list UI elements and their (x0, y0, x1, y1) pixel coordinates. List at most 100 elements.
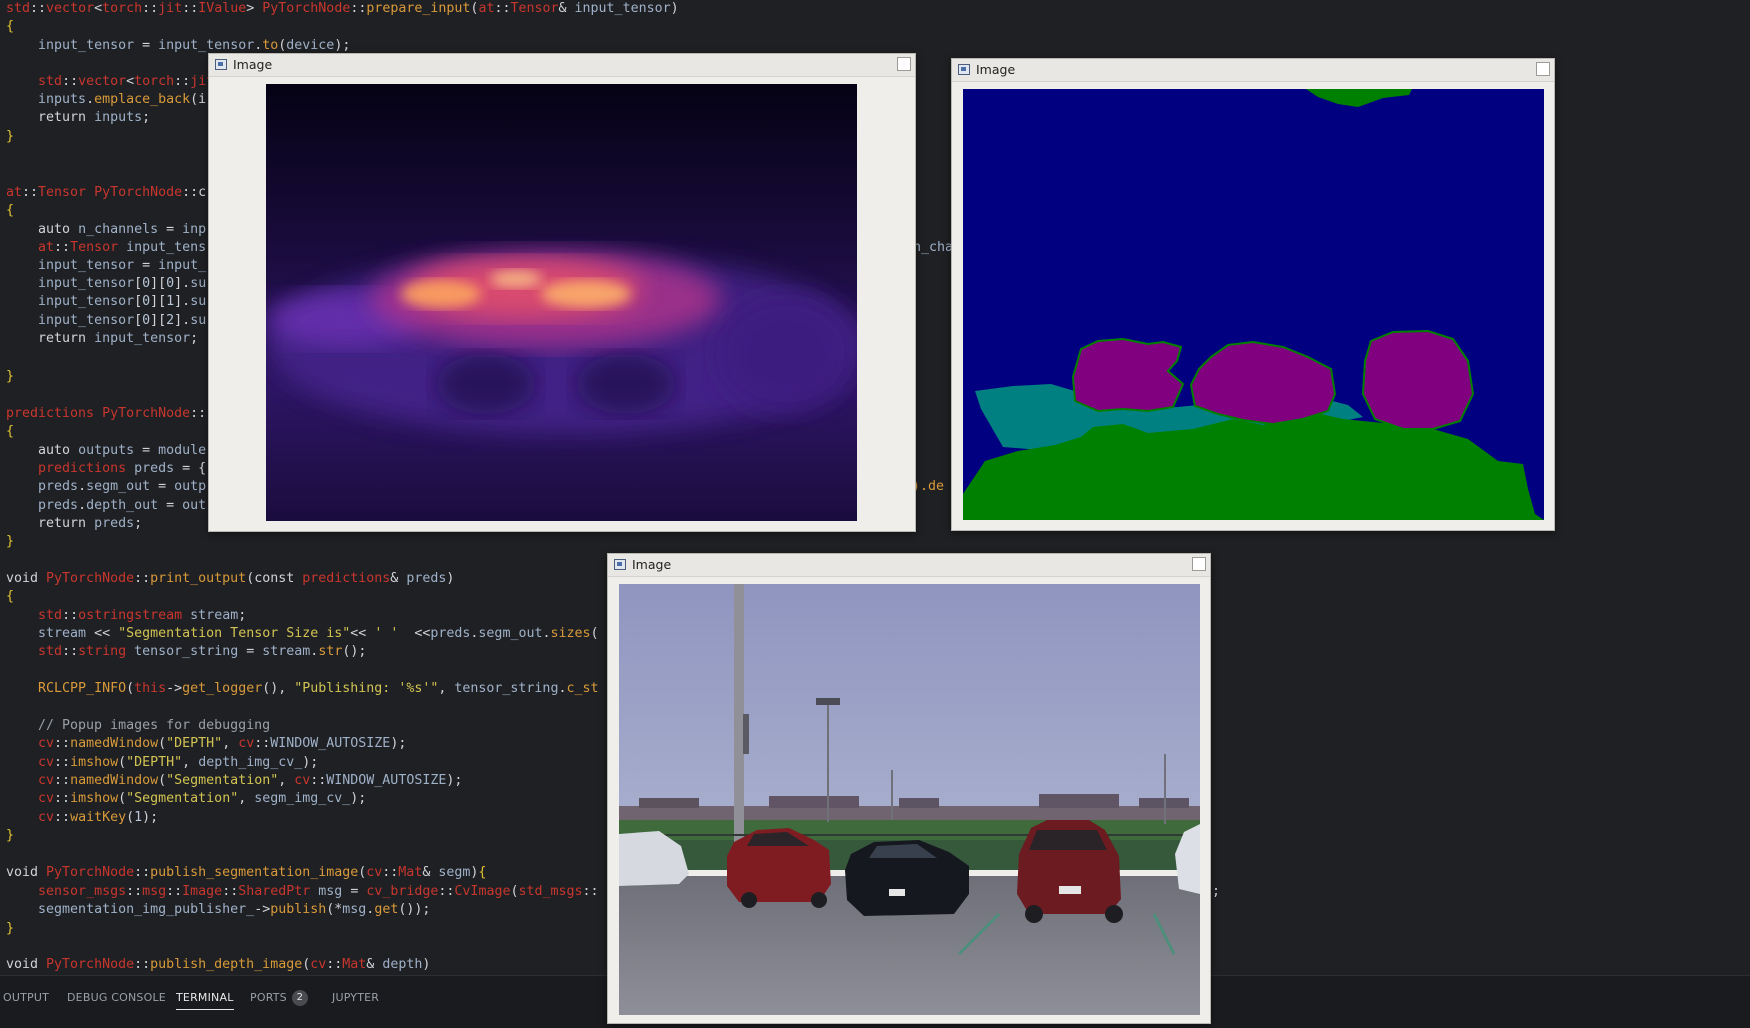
code-token: ); (334, 38, 351, 53)
code-line: preds.segm_out = outp (6, 478, 206, 496)
code-line: return preds; (6, 515, 142, 533)
code-token: = (134, 443, 159, 458)
code-token: preds (94, 516, 135, 531)
close-button[interactable] (1536, 62, 1550, 76)
code-token: [ (134, 313, 143, 328)
code-token: cv_bridge (366, 884, 439, 899)
code-token: :: (54, 773, 71, 788)
code-token: preds (38, 479, 79, 494)
code-token: ) (446, 571, 455, 586)
code-token: :: (382, 865, 399, 880)
image-window-icon (958, 64, 970, 75)
code-token: auto (6, 222, 79, 237)
code-token: :: (310, 773, 327, 788)
code-token: cv (38, 810, 55, 825)
tab-terminal[interactable]: TERMINAL (176, 988, 234, 1010)
code-token: ' ' (374, 626, 399, 641)
code-token: su (190, 294, 207, 309)
code-token: { (6, 424, 15, 439)
code-token: :: (54, 791, 71, 806)
code-token: ; (134, 516, 143, 531)
code-token: , (278, 773, 295, 788)
close-button[interactable] (897, 57, 911, 71)
code-line: void PyTorchNode::publish_segmentation_i… (6, 864, 486, 882)
code-token: ::c (182, 185, 207, 200)
code-token: Tensor (510, 1, 559, 16)
code-token: outp (174, 479, 207, 494)
code-token: . (78, 498, 87, 513)
code-token: ][ (150, 294, 167, 309)
code-token: segmentation_img_publisher_ (38, 902, 255, 917)
code-token: cv (366, 865, 383, 880)
code-line: { (6, 423, 14, 441)
code-token: void (6, 571, 47, 586)
code-token: :: (166, 884, 183, 899)
code-token: prepare_input (366, 1, 471, 16)
code-token: vector (46, 1, 95, 16)
code-token: "DEPTH" (126, 755, 183, 770)
camera-image-window[interactable]: Image (607, 553, 1211, 1024)
image-window-icon (215, 59, 227, 70)
depth-map-image (266, 84, 857, 521)
tab-ports[interactable]: PORTS 2 (250, 988, 308, 1008)
code-token: & (366, 957, 383, 972)
tab-debug-console[interactable]: DEBUG CONSOLE (67, 988, 166, 1008)
code-line: std::string tensor_string = stream.str()… (6, 643, 366, 661)
code-token: SharedPtr (238, 884, 311, 899)
code-token: std (38, 608, 63, 623)
code-line: preds.depth_out = out (6, 497, 206, 515)
code-token: n_channels (78, 222, 159, 237)
tab-label: DEBUG CONSOLE (67, 991, 166, 1004)
code-token: depth (382, 957, 423, 972)
image-window-icon (614, 559, 626, 570)
tab-label: JUPYTER (332, 991, 380, 1004)
code-token: depth_img_cv_ (198, 755, 303, 770)
close-button[interactable] (1192, 557, 1206, 571)
code-token: namedWindow (70, 773, 159, 788)
tab-label: TERMINAL (176, 991, 234, 1004)
parking-lot-photo (619, 584, 1200, 1015)
code-token: input_tensor (38, 276, 135, 291)
code-token: get_logger (182, 681, 263, 696)
window-titlebar[interactable]: Image (608, 554, 1210, 577)
code-token: { (6, 19, 15, 34)
tab-output[interactable]: OUTPUT (3, 988, 49, 1008)
code-token: void (6, 957, 47, 972)
code-token: return (6, 516, 95, 531)
code-token: 1 (166, 294, 175, 309)
code-token: ; (238, 608, 247, 623)
code-line: } (6, 827, 14, 845)
window-titlebar[interactable]: Image (952, 59, 1554, 82)
code-token: ][ (150, 276, 167, 291)
code-token: inputs (94, 110, 143, 125)
depth-image-window[interactable]: Image (208, 53, 916, 532)
segmentation-image-window[interactable]: Image (951, 58, 1555, 531)
code-token: outputs (78, 443, 135, 458)
code-line: cv::waitKey(1); (6, 809, 158, 827)
tab-jupyter[interactable]: JUPYTER (332, 988, 379, 1008)
code-token: emplace_back (94, 92, 191, 107)
code-token: c_st (566, 681, 599, 696)
code-token: void (6, 865, 47, 880)
code-token: << (398, 626, 431, 641)
code-token: ( (118, 791, 127, 806)
tab-label: OUTPUT (3, 991, 50, 1004)
code-token: = (150, 479, 175, 494)
code-token: . (86, 92, 95, 107)
code-token: WINDOW_AUTOSIZE (326, 773, 447, 788)
code-token: Tensor (38, 185, 87, 200)
code-line: auto n_channels = inp (6, 221, 206, 239)
code-token: to (262, 38, 279, 53)
window-titlebar[interactable]: Image (209, 54, 915, 77)
code-line: at::Tensor PyTorchNode::c (6, 184, 206, 202)
